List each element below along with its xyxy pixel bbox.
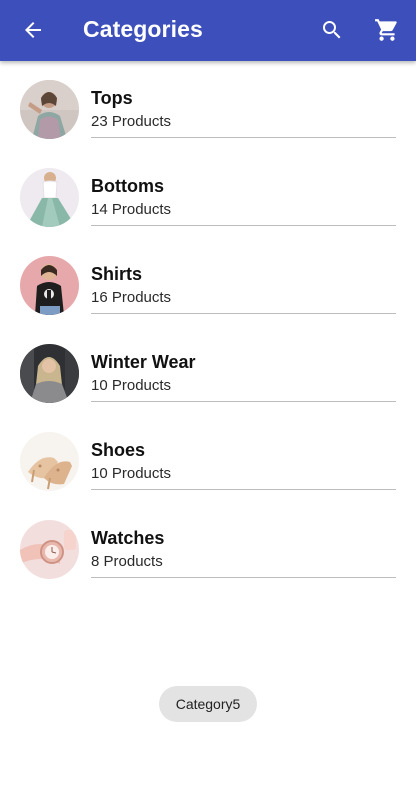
- category-count: 14 Products: [91, 201, 172, 218]
- category-row-winter-wear[interactable]: Winter Wear 10 Products: [0, 326, 416, 414]
- toast-message: Category5: [159, 686, 257, 722]
- winter-wear-photo: [20, 344, 79, 403]
- row-divider: [91, 137, 396, 138]
- page-title: Categories: [83, 16, 203, 42]
- row-divider: [91, 577, 396, 578]
- cart-button[interactable]: [370, 14, 404, 46]
- row-divider: [91, 401, 396, 402]
- row-divider: [91, 489, 396, 490]
- search-icon: [323, 21, 341, 39]
- back-button[interactable]: [16, 14, 50, 46]
- category-count: 8 Products: [91, 553, 163, 570]
- row-divider: [91, 313, 396, 314]
- category-row-watches[interactable]: Watches 8 Products: [0, 502, 416, 590]
- category-count: 16 Products: [91, 289, 172, 306]
- bottoms-photo: [20, 168, 79, 227]
- row-divider: [91, 225, 396, 226]
- category-row-tops[interactable]: Tops 23 Products: [0, 62, 416, 150]
- cart-icon: [375, 19, 397, 41]
- category-name: Winter Wear: [91, 352, 196, 372]
- tops-photo: [20, 80, 79, 139]
- category-count: 10 Products: [91, 465, 172, 482]
- category-name: Bottoms: [91, 176, 164, 196]
- category-name: Shoes: [91, 440, 146, 460]
- category-count: 23 Products: [91, 113, 172, 130]
- category-row-shoes[interactable]: Shoes 10 Products: [0, 414, 416, 502]
- watches-photo: [20, 520, 79, 579]
- shoes-photo: [20, 432, 79, 491]
- category-count: 10 Products: [91, 377, 172, 394]
- shirts-photo: [20, 256, 79, 315]
- category-row-shirts[interactable]: Shirts 16 Products: [0, 238, 416, 326]
- search-button[interactable]: [316, 14, 348, 46]
- app-bar: Categories: [0, 0, 416, 61]
- category-name: Tops: [91, 88, 133, 108]
- category-row-bottoms[interactable]: Bottoms 14 Products: [0, 150, 416, 238]
- category-name: Shirts: [91, 264, 143, 284]
- arrow-back-icon: [25, 22, 41, 38]
- category-name: Watches: [91, 528, 165, 548]
